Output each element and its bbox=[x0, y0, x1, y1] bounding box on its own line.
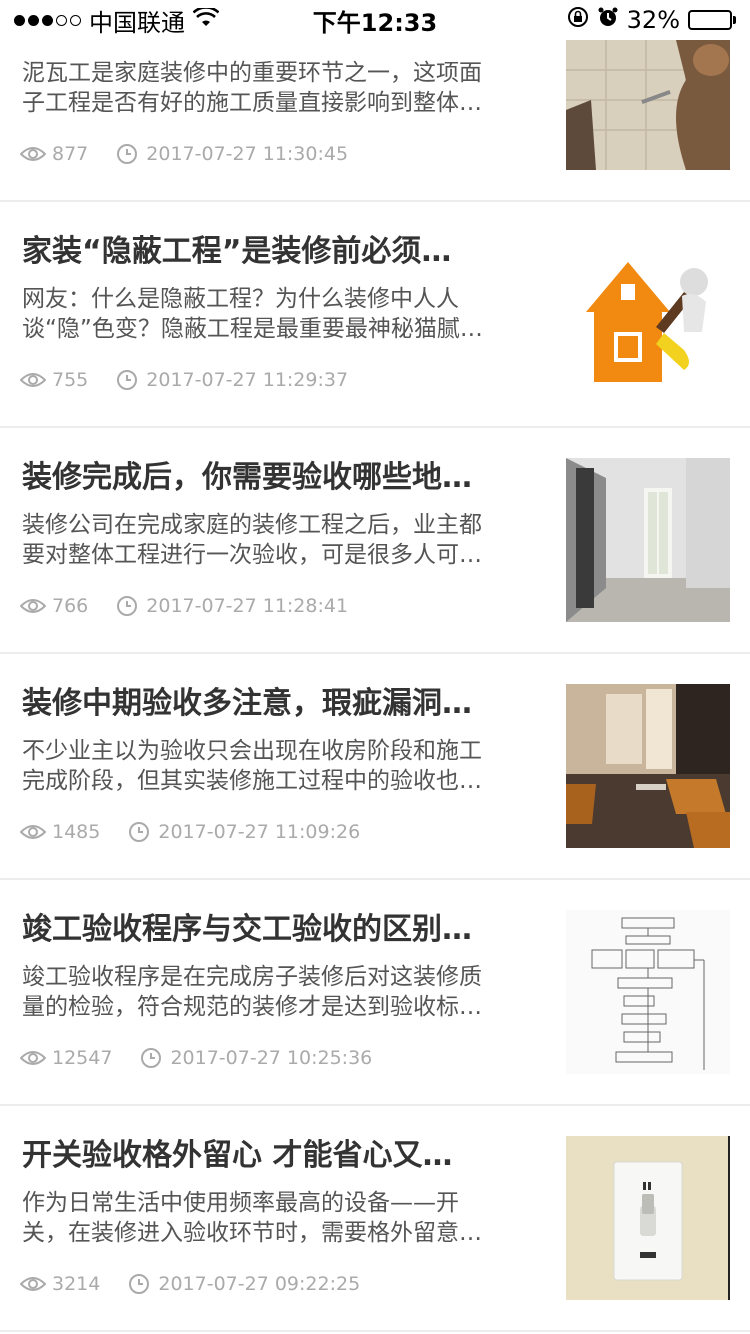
article-thumbnail[interactable] bbox=[566, 684, 730, 848]
article-excerpt: 装修公司在完成家庭的装修工程之后，业主都要对整体工程进行一次验收，可是很多人可… bbox=[22, 512, 482, 568]
publish-time-value: 2017-07-27 11:09:26 bbox=[158, 821, 361, 843]
clock-icon bbox=[116, 595, 138, 617]
clock-icon bbox=[116, 143, 138, 165]
view-count-value: 766 bbox=[52, 595, 89, 617]
article-excerpt: 竣工验收程序是在完成房子装修后对这装修质量的检验，符合规范的装修才是达到验收标… bbox=[22, 964, 482, 1020]
article-title: 竣工验收程序与交工验收的区别… bbox=[22, 912, 472, 947]
article-thumbnail[interactable] bbox=[566, 232, 730, 396]
article-excerpt: 不少业主以为验收只会出现在收房阶段和施工完成阶段，但其实装修施工过程中的验收也… bbox=[22, 738, 482, 794]
publish-time-value: 2017-07-27 10:25:36 bbox=[170, 1047, 373, 1069]
alarm-icon bbox=[597, 6, 619, 34]
clock-icon bbox=[116, 369, 138, 391]
eye-icon bbox=[20, 597, 46, 615]
article-card[interactable]: 开关验收格外留心 才能省心又… 作为日常生活中使用频率最高的设备——开关，在装修… bbox=[0, 1106, 750, 1332]
view-count-value: 1485 bbox=[52, 821, 101, 843]
publish-time-value: 2017-07-27 09:22:25 bbox=[158, 1273, 361, 1295]
publish-time: 2017-07-27 11:28:41 bbox=[116, 595, 348, 617]
article-excerpt: 网友：什么是隐蔽工程？为什么装修中人人谈“隐”色变？隐蔽工程是最重要最神秘猫腻… bbox=[22, 286, 483, 342]
article-card[interactable]: 竣工验收程序与交工验收的区别… 竣工验收程序是在完成房子装修后对这装修质量的检验… bbox=[0, 880, 750, 1106]
rotation-lock-icon bbox=[567, 6, 589, 34]
article-thumbnail[interactable] bbox=[566, 1136, 730, 1300]
view-count-value: 3214 bbox=[52, 1273, 101, 1295]
article-meta: 1485 2017-07-27 11:09:26 bbox=[20, 821, 360, 843]
article-title: 家装“隐蔽工程”是装修前必须… bbox=[22, 234, 452, 269]
article-thumbnail[interactable] bbox=[566, 458, 730, 622]
battery-icon bbox=[688, 10, 736, 30]
clock-icon bbox=[128, 821, 150, 843]
publish-time: 2017-07-27 10:25:36 bbox=[140, 1047, 372, 1069]
carrier-name: 中国联通 bbox=[89, 8, 185, 37]
article-title: 开关验收格外留心 才能省心又… bbox=[22, 1138, 453, 1173]
eye-icon bbox=[20, 1049, 46, 1067]
status-bar: 中国联通 下午12:33 32% bbox=[0, 0, 750, 40]
publish-time-value: 2017-07-27 11:28:41 bbox=[146, 595, 349, 617]
article-meta: 766 2017-07-27 11:28:41 bbox=[20, 595, 348, 617]
publish-time-value: 2017-07-27 11:29:37 bbox=[146, 369, 349, 391]
wifi-icon bbox=[192, 6, 220, 34]
view-count: 766 bbox=[20, 595, 88, 617]
article-card[interactable]: 装修完成后，你需要验收哪些地… 装修公司在完成家庭的装修工程之后，业主都要对整体… bbox=[0, 428, 750, 654]
article-thumbnail[interactable] bbox=[566, 40, 730, 170]
signal-strength-icon bbox=[14, 14, 81, 26]
battery-percent: 32% bbox=[626, 6, 680, 34]
eye-icon bbox=[20, 145, 46, 163]
article-meta: 877 2017-07-27 11:30:45 bbox=[20, 143, 348, 165]
article-thumbnail[interactable] bbox=[566, 910, 730, 1074]
article-excerpt: 泥瓦工是家庭装修中的重要环节之一，这项面子工程是否有好的施工质量直接影响到整体… bbox=[22, 60, 482, 116]
view-count-value: 12547 bbox=[52, 1047, 113, 1069]
clock-icon bbox=[128, 1273, 150, 1295]
clock-icon bbox=[140, 1047, 162, 1069]
article-meta: 755 2017-07-27 11:29:37 bbox=[20, 369, 348, 391]
article-meta: 3214 2017-07-27 09:22:25 bbox=[20, 1273, 360, 1295]
view-count: 12547 bbox=[20, 1047, 112, 1069]
view-count: 877 bbox=[20, 143, 88, 165]
publish-time: 2017-07-27 11:30:45 bbox=[116, 143, 348, 165]
view-count: 3214 bbox=[20, 1273, 100, 1295]
article-card[interactable]: 装修中期验收多注意，瑕疵漏洞… 不少业主以为验收只会出现在收房阶段和施工完成阶段… bbox=[0, 654, 750, 880]
eye-icon bbox=[20, 1275, 46, 1293]
view-count: 755 bbox=[20, 369, 88, 391]
eye-icon bbox=[20, 823, 46, 841]
article-meta: 12547 2017-07-27 10:25:36 bbox=[20, 1047, 372, 1069]
publish-time: 2017-07-27 11:09:26 bbox=[128, 821, 360, 843]
view-count: 1485 bbox=[20, 821, 100, 843]
article-card[interactable]: 家装“隐蔽工程”是装修前必须… 网友：什么是隐蔽工程？为什么装修中人人谈“隐”色… bbox=[0, 202, 750, 428]
article-excerpt: 作为日常生活中使用频率最高的设备——开关，在装修进入验收环节时，需要格外留意… bbox=[22, 1190, 482, 1246]
publish-time-value: 2017-07-27 11:30:45 bbox=[146, 143, 349, 165]
publish-time: 2017-07-27 09:22:25 bbox=[128, 1273, 360, 1295]
article-title: 装修中期验收多注意，瑕疵漏洞… bbox=[22, 686, 472, 721]
publish-time: 2017-07-27 11:29:37 bbox=[116, 369, 348, 391]
eye-icon bbox=[20, 371, 46, 389]
view-count-value: 755 bbox=[52, 369, 89, 391]
view-count-value: 877 bbox=[52, 143, 89, 165]
article-title: 装修完成后，你需要验收哪些地… bbox=[22, 460, 472, 495]
